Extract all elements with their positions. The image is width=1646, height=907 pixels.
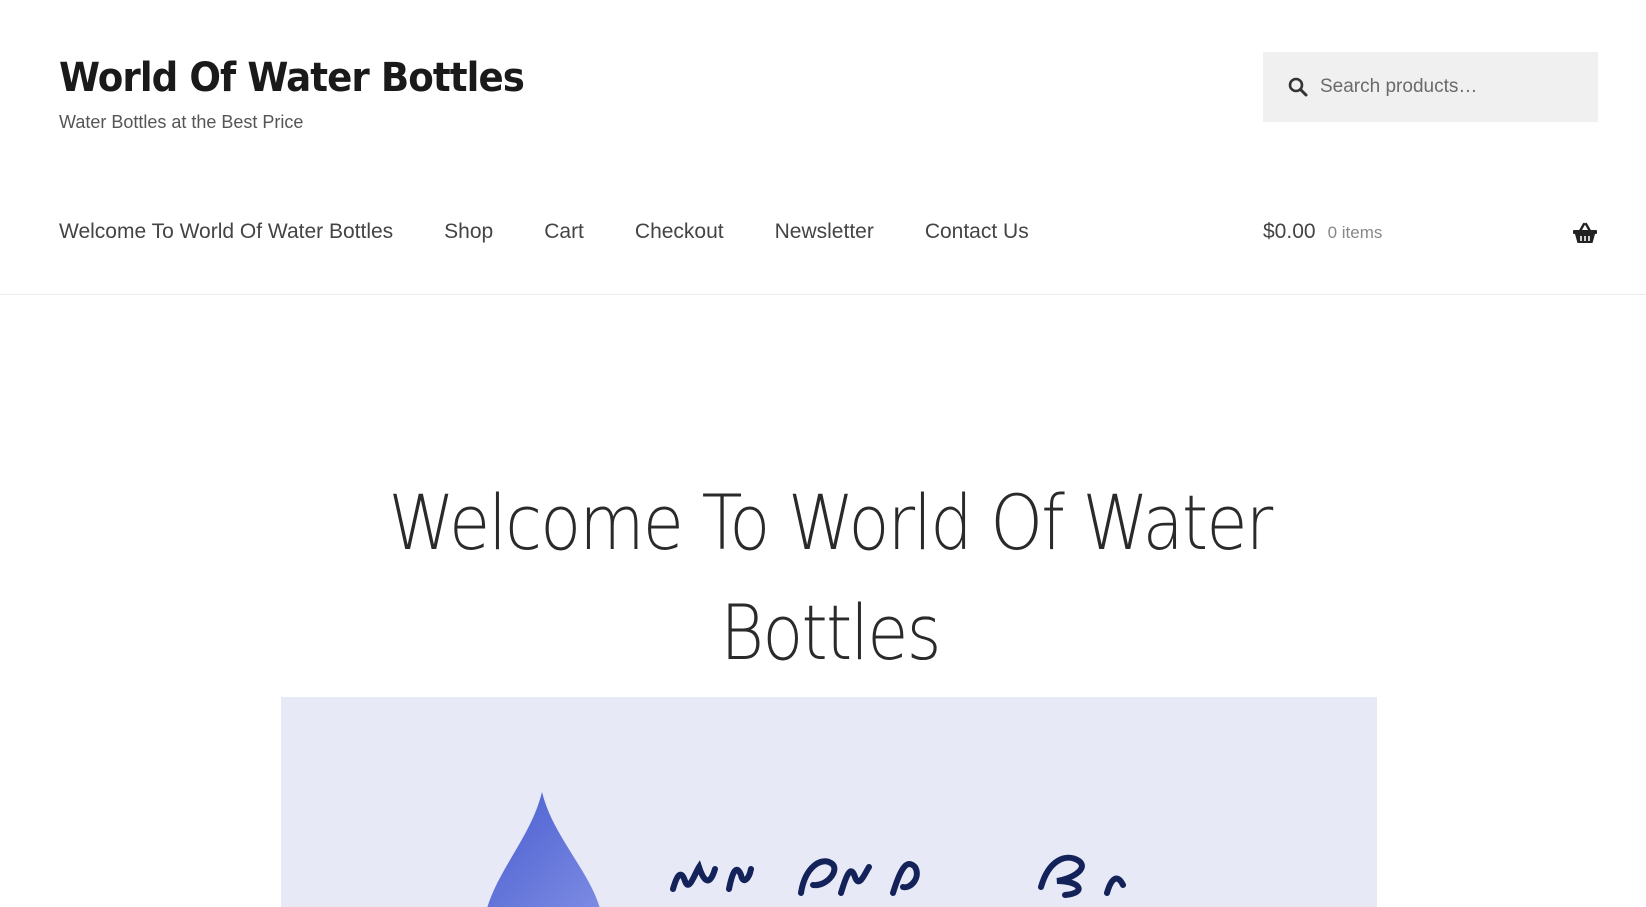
primary-nav: Welcome To World Of Water Bottles Shop C… (59, 220, 1029, 244)
search-input[interactable] (1320, 76, 1590, 98)
site-header: World Of Water Bottles Water Bottles at … (0, 0, 1646, 295)
hero-banner-image (281, 697, 1377, 907)
basket-icon[interactable] (1572, 222, 1598, 244)
search-form (1263, 52, 1598, 122)
nav-item-shop[interactable]: Shop (444, 220, 493, 244)
water-bottles-logo (487, 792, 1126, 907)
search-icon[interactable] (1288, 77, 1308, 97)
site-tagline: Water Bottles at the Best Price (59, 112, 304, 132)
header-cart[interactable]: $0.00 0 items (1263, 220, 1598, 244)
nav-item-newsletter[interactable]: Newsletter (775, 220, 874, 244)
cart-item-count: 0 items (1327, 223, 1383, 242)
nav-item-checkout[interactable]: Checkout (635, 220, 724, 244)
water-drop-icon (487, 792, 600, 907)
site-title[interactable]: World Of Water Bottles (59, 56, 525, 100)
page-title-line-2: Bottles (720, 588, 941, 677)
page-title-line-1: Welcome To World Of Water (388, 478, 1274, 567)
cart-amount: $0.00 (1263, 220, 1316, 243)
nav-item-contact-us[interactable]: Contact Us (925, 220, 1029, 244)
nav-item-cart[interactable]: Cart (544, 220, 584, 244)
logo-script-text (670, 854, 1126, 898)
site-branding: World Of Water Bottles Water Bottles at … (59, 56, 559, 133)
page-title: Welcome To World Of Water Bottles (100, 468, 1561, 688)
nav-item-welcome[interactable]: Welcome To World Of Water Bottles (59, 220, 393, 244)
